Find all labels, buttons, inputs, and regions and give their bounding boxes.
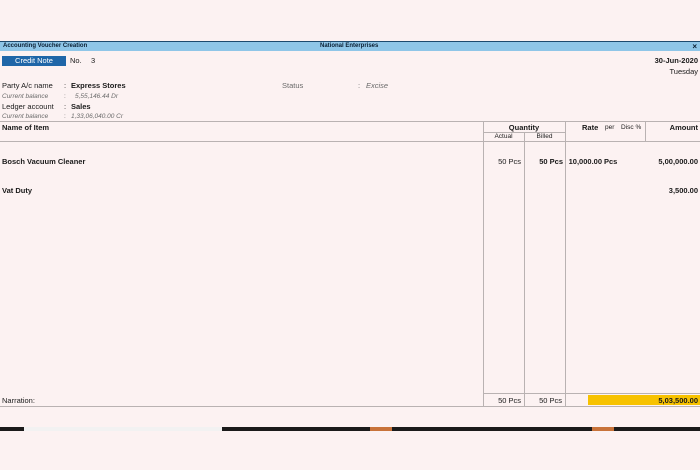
bottom-status-strip <box>0 427 700 431</box>
party-colon: : <box>64 81 67 90</box>
party-balance-label: Current balance <box>2 93 49 100</box>
voucher-day: Tuesday <box>669 67 699 76</box>
status-label: Status <box>282 81 304 90</box>
col-header-amount: Amount <box>669 123 698 132</box>
voucher-date[interactable]: 30-Jun-2020 <box>655 56 698 65</box>
party-balance: 5,55,146.44 Dr <box>75 93 119 100</box>
strip-segment <box>592 427 614 431</box>
company-name: National Enterprises <box>320 43 379 49</box>
status-field[interactable]: Excise <box>366 81 388 90</box>
ledger-balance-label: Current balance <box>2 113 49 120</box>
col-header-rate: Rate <box>582 123 599 132</box>
ledger-account-field[interactable]: Sales <box>71 102 91 111</box>
col-divider-billed <box>524 132 525 406</box>
ledger-colon: : <box>64 102 67 111</box>
total-billed-qty: 50 Pcs <box>539 396 562 405</box>
ledger-balance: 1,33,06,040.00 Cr <box>71 113 124 120</box>
ledger-label: Ledger account <box>2 102 54 111</box>
col-divider-amount <box>645 121 646 141</box>
party-label: Party A/c name <box>2 81 53 90</box>
totals-bottom-rule <box>0 406 700 407</box>
row-per[interactable]: Pcs <box>604 157 617 166</box>
row-item-name[interactable]: Vat Duty <box>2 186 32 195</box>
col-header-item: Name of Item <box>2 123 50 132</box>
voucher-no-label: No. <box>70 56 82 65</box>
voucher-number-field[interactable]: 3 <box>91 56 95 65</box>
col-header-disc: Disc % <box>621 124 642 131</box>
row-amount[interactable]: 3,500.00 <box>669 186 698 195</box>
row-item-name[interactable]: Bosch Vacuum Cleaner <box>2 157 85 166</box>
close-icon[interactable]: × <box>692 42 697 51</box>
table-top-rule <box>0 121 700 122</box>
row-billed-qty[interactable]: 50 Pcs <box>524 157 563 166</box>
party-name-field[interactable]: Express Stores <box>71 81 126 90</box>
voucher-type-button[interactable]: Credit Note <box>2 56 66 66</box>
col-header-actual: Actual <box>494 133 513 140</box>
window-title-bar: Accounting Voucher Creation National Ent… <box>0 41 700 51</box>
total-actual-qty: 50 Pcs <box>498 396 521 405</box>
totals-top-rule <box>483 393 700 394</box>
row-amount[interactable]: 5,00,000.00 <box>658 157 698 166</box>
narration-label: Narration: <box>2 396 35 405</box>
col-header-billed: Billed <box>536 133 553 140</box>
col-header-quantity: Quantity <box>508 123 540 132</box>
col-header-per: per <box>605 124 615 131</box>
status-colon: : <box>358 81 361 90</box>
strip-segment <box>24 427 222 431</box>
row-actual-qty[interactable]: 50 Pcs <box>483 157 521 166</box>
strip-segment <box>370 427 392 431</box>
table-header-rule <box>0 141 700 142</box>
window-title: Accounting Voucher Creation <box>3 43 88 49</box>
ledger-balance-colon: : <box>64 113 66 120</box>
row-rate[interactable]: 10,000.00 <box>566 157 602 166</box>
total-amount: 5,03,500.00 <box>658 396 698 405</box>
party-balance-colon: : <box>64 93 66 100</box>
